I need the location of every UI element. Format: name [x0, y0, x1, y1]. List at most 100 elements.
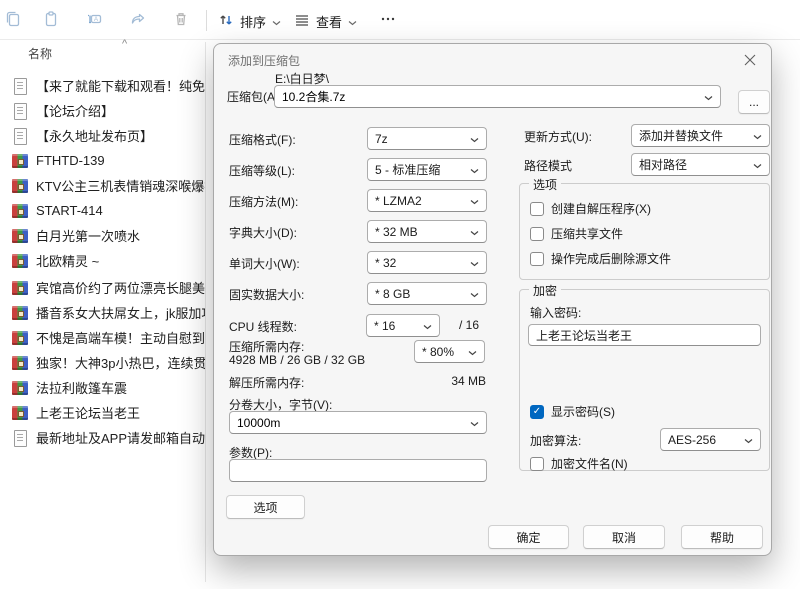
memory-compress-detail: 4928 MB / 26 GB / 32 GB: [229, 353, 365, 367]
dictionary-value: * 32 MB: [375, 225, 418, 239]
compress-shared-checkbox-row[interactable]: 压缩共享文件: [530, 225, 623, 242]
encrypt-names-label: 加密文件名(N): [551, 455, 628, 472]
show-password-checkbox-row[interactable]: 显示密码(S): [530, 403, 615, 420]
encrypt-names-checkbox-row[interactable]: 加密文件名(N): [530, 455, 628, 472]
file-row[interactable]: 白月光第一次喷水: [0, 223, 206, 248]
file-name: 独家！大神3p小热巴，连续贯穿: [36, 353, 206, 372]
solid-block-combobox[interactable]: * 8 GB: [367, 282, 487, 305]
file-row[interactable]: KTV公主三机表情销魂深喉爆操: [0, 173, 206, 198]
create-sfx-checkbox[interactable]: [530, 202, 544, 216]
update-mode-combobox[interactable]: 添加并替换文件: [631, 124, 770, 147]
archive-file-icon: [12, 355, 28, 371]
archive-name-combobox[interactable]: [274, 85, 721, 108]
format-combobox[interactable]: 7z: [367, 127, 487, 150]
dialog-title: 添加到压缩包: [228, 52, 300, 69]
method-combobox[interactable]: * LZMA2: [367, 189, 487, 212]
share-button[interactable]: [125, 11, 151, 31]
paste-icon: [42, 10, 60, 33]
column-header-name[interactable]: 名称: [28, 45, 52, 62]
options-button[interactable]: 选项: [226, 495, 305, 519]
chevron-down-icon: [753, 129, 762, 143]
file-row[interactable]: 法拉利敞篷车震: [0, 375, 206, 400]
encryption-method-combobox[interactable]: AES-256: [660, 428, 761, 451]
chevron-down-icon: [348, 14, 357, 29]
file-name: START-414: [36, 203, 103, 218]
file-row[interactable]: FTHTD-139: [0, 148, 206, 173]
file-row[interactable]: 【来了就能下载和观看！纯免费！】: [0, 73, 206, 98]
add-to-archive-dialog: 添加到压缩包 压缩包(A) E:\白日梦\ ... 压缩格式(F): 7z 压缩…: [213, 43, 772, 556]
parameters-input[interactable]: [229, 459, 487, 482]
create-sfx-checkbox-row[interactable]: 创建自解压程序(X): [530, 200, 651, 217]
browse-button[interactable]: ...: [738, 90, 770, 114]
more-options-button[interactable]: [375, 11, 401, 31]
word-size-combobox[interactable]: * 32: [367, 251, 487, 274]
archive-file-icon: [12, 253, 28, 269]
solid-block-value: * 8 GB: [375, 287, 410, 301]
show-password-label: 显示密码(S): [551, 403, 615, 420]
encryption-method-value: AES-256: [668, 433, 716, 447]
chevron-down-icon[interactable]: [704, 90, 713, 104]
memory-percent-value: * 80%: [422, 345, 454, 359]
file-row[interactable]: 【论坛介绍】: [0, 98, 206, 123]
show-password-checkbox[interactable]: [530, 405, 544, 419]
archive-file-icon: [12, 228, 28, 244]
dictionary-combobox[interactable]: * 32 MB: [367, 220, 487, 243]
file-row[interactable]: 播音系女大扶屌女上，jk服加攻速: [0, 300, 206, 325]
archive-name-input[interactable]: [275, 86, 704, 107]
file-row[interactable]: 上老王论坛当老王: [0, 400, 206, 425]
paste-button[interactable]: [38, 11, 64, 31]
path-mode-combobox[interactable]: 相对路径: [631, 153, 770, 176]
path-mode-value: 相对路径: [639, 156, 687, 173]
sort-dropdown[interactable]: 排序: [214, 9, 285, 33]
cpu-threads-label: CPU 线程数:: [229, 318, 297, 335]
chevron-down-icon: [470, 225, 479, 239]
explorer-toolbar: A 排序 查看: [0, 0, 800, 40]
file-name: 【来了就能下载和观看！纯免费！】: [36, 76, 206, 95]
cpu-threads-max: / 16: [459, 318, 479, 332]
delete-button[interactable]: [168, 11, 194, 31]
encryption-groupbox: 加密 输入密码: 显示密码(S) 加密算法: AES-256 加密文件名(N): [519, 289, 770, 471]
volume-size-combobox[interactable]: [229, 411, 487, 434]
solid-block-label: 固实数据大小:: [229, 286, 304, 303]
file-row[interactable]: START-414: [0, 198, 206, 223]
level-combobox[interactable]: 5 - 标准压缩: [367, 158, 487, 181]
delete-after-checkbox[interactable]: [530, 252, 544, 266]
file-row[interactable]: 【永久地址发布页】: [0, 123, 206, 148]
chevron-down-icon: [470, 287, 479, 301]
compress-shared-checkbox[interactable]: [530, 227, 544, 241]
ok-button[interactable]: 确定: [488, 525, 569, 549]
help-button[interactable]: 帮助: [681, 525, 763, 549]
cpu-threads-combobox[interactable]: * 16: [366, 314, 440, 337]
encrypt-names-checkbox[interactable]: [530, 457, 544, 471]
chevron-down-icon: [470, 194, 479, 208]
rename-button[interactable]: A: [82, 11, 108, 31]
word-size-label: 单词大小(W):: [229, 255, 300, 272]
file-name: 上老王论坛当老王: [36, 403, 140, 422]
delete-after-checkbox-row[interactable]: 操作完成后删除源文件: [530, 250, 671, 267]
file-row[interactable]: 不愧是高端车模！主动自慰到喷水: [0, 325, 206, 350]
memory-decompress-label: 解压所需内存:: [229, 374, 304, 391]
volume-size-input[interactable]: [230, 412, 470, 433]
memory-percent-combobox[interactable]: * 80%: [414, 340, 485, 363]
options-group-legend: 选项: [529, 176, 561, 193]
cancel-button[interactable]: 取消: [583, 525, 665, 549]
text-file-icon: [12, 430, 28, 446]
file-name: FTHTD-139: [36, 153, 105, 168]
copy-button[interactable]: [0, 11, 26, 31]
text-file-icon: [12, 128, 28, 144]
chevron-down-icon[interactable]: [470, 416, 479, 430]
text-file-icon: [12, 78, 28, 94]
close-button[interactable]: [739, 50, 761, 72]
text-file-icon: [12, 103, 28, 119]
file-row[interactable]: 独家！大神3p小热巴，连续贯穿: [0, 350, 206, 375]
file-row[interactable]: 最新地址及APP请发邮箱自动获取！！: [0, 425, 206, 450]
file-row[interactable]: 宾馆高价约了两位漂亮长腿美女激战: [0, 275, 206, 300]
view-dropdown[interactable]: 查看: [290, 9, 361, 33]
archive-label: 压缩包(A): [227, 88, 279, 105]
format-label: 压缩格式(F):: [229, 131, 296, 148]
chevron-down-icon: [470, 256, 479, 270]
file-row[interactable]: 北欧精灵 ~: [0, 248, 206, 273]
password-input[interactable]: [528, 324, 761, 346]
archive-file-icon: [12, 305, 28, 321]
dictionary-label: 字典大小(D):: [229, 224, 297, 241]
